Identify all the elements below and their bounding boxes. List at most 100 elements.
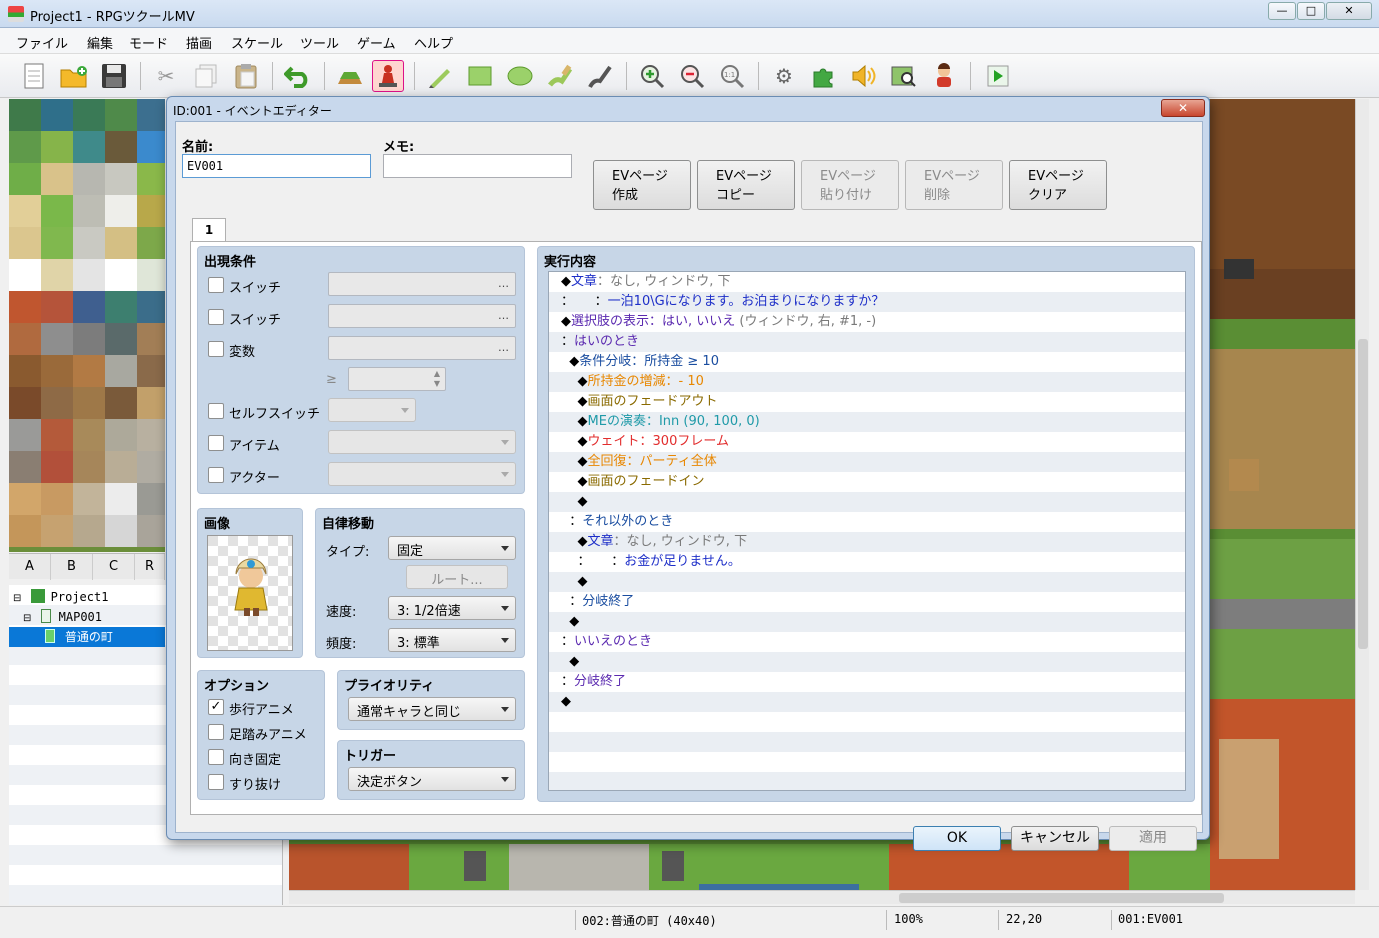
tile[interactable]: [105, 291, 137, 323]
tile[interactable]: [137, 99, 165, 131]
switch2-field[interactable]: …: [328, 304, 516, 328]
tile[interactable]: [9, 227, 41, 259]
menu-edit[interactable]: 編集: [87, 33, 113, 52]
tile[interactable]: [73, 291, 105, 323]
tile[interactable]: [105, 419, 137, 451]
map-mode-icon[interactable]: [334, 60, 366, 92]
collapse-icon[interactable]: ⊟: [23, 609, 33, 629]
ok-button[interactable]: OK: [913, 826, 1001, 851]
switch1-field[interactable]: …: [328, 272, 516, 296]
tile[interactable]: [137, 227, 165, 259]
zoom-out-icon[interactable]: [676, 60, 708, 92]
tile[interactable]: [73, 259, 105, 291]
command-line[interactable]: ◆所持金の増減：- 10: [561, 372, 704, 392]
command-line[interactable]: ◆文章：なし, ウィンドウ, 下: [561, 272, 731, 292]
tile[interactable]: [9, 259, 41, 291]
event-mode-icon[interactable]: [372, 60, 404, 92]
tree-item-project[interactable]: ⊟ Project1: [9, 587, 165, 607]
name-input[interactable]: EV001: [182, 154, 371, 178]
tile[interactable]: [73, 131, 105, 163]
tile[interactable]: [137, 163, 165, 195]
menu-scale[interactable]: スケール: [231, 33, 283, 52]
type-select[interactable]: 固定: [388, 536, 516, 560]
command-line[interactable]: ◆全回復：パーティ全体: [561, 452, 717, 472]
command-line[interactable]: ◆: [561, 572, 588, 592]
self-switch-checkbox[interactable]: [208, 403, 224, 419]
tile[interactable]: [73, 419, 105, 451]
memo-input[interactable]: [383, 154, 572, 178]
stepping-anime-checkbox[interactable]: [208, 724, 224, 740]
command-line[interactable]: ◆: [561, 492, 588, 512]
tile[interactable]: [9, 419, 41, 451]
ellipse-icon[interactable]: [504, 60, 536, 92]
tile[interactable]: [41, 259, 73, 291]
tile[interactable]: [137, 387, 165, 419]
tile[interactable]: [41, 419, 73, 451]
menu-help[interactable]: ヘルプ: [414, 33, 453, 52]
tile[interactable]: [105, 451, 137, 483]
spinner-down-icon[interactable]: ▼: [434, 379, 440, 388]
variable-value-spinner[interactable]: ▲ ▼: [348, 367, 446, 391]
undo-icon[interactable]: [282, 60, 314, 92]
tile[interactable]: [73, 99, 105, 131]
tile[interactable]: [105, 515, 137, 547]
variable-checkbox[interactable]: [208, 341, 224, 357]
tile[interactable]: [41, 195, 73, 227]
collapse-icon[interactable]: ⊟: [13, 589, 23, 609]
priority-select[interactable]: 通常キャラと同じ: [348, 697, 516, 721]
tab-c[interactable]: C: [93, 554, 135, 580]
tile[interactable]: [137, 515, 165, 547]
command-line[interactable]: ◆: [561, 612, 579, 632]
item-checkbox[interactable]: [208, 435, 224, 451]
switch2-checkbox[interactable]: [208, 309, 224, 325]
tile[interactable]: [73, 195, 105, 227]
frequency-select[interactable]: 3: 標準: [388, 628, 516, 652]
shadow-pen-icon[interactable]: [584, 60, 616, 92]
scroll-thumb[interactable]: [899, 893, 1224, 903]
new-project-icon[interactable]: [18, 60, 50, 92]
tile[interactable]: [105, 483, 137, 515]
command-line[interactable]: ◆: [561, 652, 579, 672]
tree-item-map001[interactable]: ⊟ MAP001: [9, 607, 165, 627]
tab-r[interactable]: R: [135, 554, 165, 580]
route-button[interactable]: ルート...: [406, 565, 508, 589]
tile[interactable]: [41, 355, 73, 387]
tile[interactable]: [9, 195, 41, 227]
tree-item-town[interactable]: 普通の町: [9, 627, 165, 647]
tile[interactable]: [9, 355, 41, 387]
open-project-icon[interactable]: [58, 60, 90, 92]
tile[interactable]: [9, 451, 41, 483]
event-image-picker[interactable]: [207, 535, 293, 651]
command-line[interactable]: ◆選択肢の表示：はい, いいえ (ウィンドウ, 右, #1, -): [561, 312, 876, 332]
tile[interactable]: [73, 323, 105, 355]
tile[interactable]: [41, 323, 73, 355]
page-tab-1[interactable]: 1: [192, 218, 226, 242]
copy-page-button[interactable]: EVページ コピー: [697, 160, 795, 210]
menu-file[interactable]: ファイル: [16, 33, 68, 52]
tile[interactable]: [105, 387, 137, 419]
tile[interactable]: [73, 515, 105, 547]
tile[interactable]: [73, 451, 105, 483]
tile[interactable]: [105, 131, 137, 163]
close-button[interactable]: ✕: [1326, 2, 1372, 20]
tile[interactable]: [41, 451, 73, 483]
new-page-button[interactable]: EVページ 作成: [593, 160, 691, 210]
trigger-select[interactable]: 決定ボタン: [348, 767, 516, 791]
copy-icon[interactable]: [190, 60, 222, 92]
menu-tools[interactable]: ツール: [300, 33, 339, 52]
tile[interactable]: [137, 419, 165, 451]
tile[interactable]: [41, 291, 73, 323]
tile[interactable]: [41, 131, 73, 163]
tile[interactable]: [105, 355, 137, 387]
cut-icon[interactable]: ✂: [150, 60, 182, 92]
tile[interactable]: [9, 99, 41, 131]
tile[interactable]: [73, 227, 105, 259]
tile[interactable]: [41, 387, 73, 419]
command-line[interactable]: ：はいのとき: [561, 332, 639, 352]
command-line[interactable]: ：分岐終了: [561, 672, 626, 692]
tile[interactable]: [105, 259, 137, 291]
tile[interactable]: [105, 323, 137, 355]
tile[interactable]: [73, 355, 105, 387]
actual-size-icon[interactable]: 1:1: [716, 60, 748, 92]
tile[interactable]: [105, 163, 137, 195]
